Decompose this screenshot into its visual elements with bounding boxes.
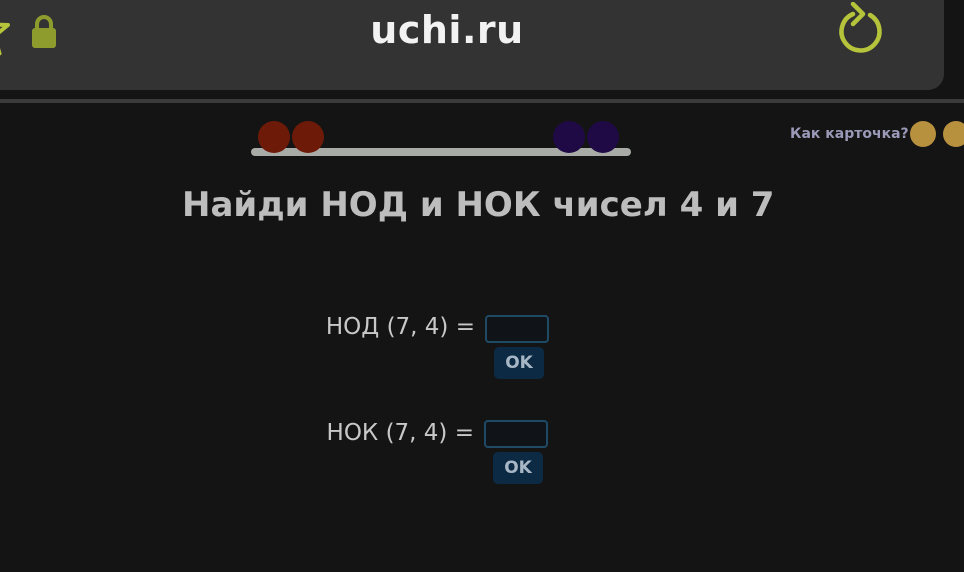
- card-rating-question: Как карточка?: [790, 126, 909, 142]
- task-title: Найди НОД и НОК чисел 4 и 7: [182, 185, 775, 225]
- gcd-answer-input[interactable]: [485, 315, 549, 343]
- divider-line: [0, 99, 964, 103]
- lcm-answer-input[interactable]: [484, 420, 548, 448]
- gcd-ok-button[interactable]: OK: [494, 347, 544, 379]
- progress-dot-1: [258, 121, 290, 153]
- lcm-ok-button[interactable]: OK: [493, 452, 543, 484]
- reload-icon[interactable]: [835, 2, 887, 58]
- gcd-label: НОД (7, 4) =: [325, 314, 475, 340]
- url-text[interactable]: uchi.ru: [0, 8, 914, 52]
- progress-dot-3: [553, 121, 585, 153]
- address-bar[interactable]: uchi.ru: [0, 0, 944, 90]
- rating-button-1[interactable]: [910, 121, 936, 147]
- progress-dot-2: [292, 121, 324, 153]
- rating-button-2[interactable]: [943, 121, 964, 147]
- progress-dot-4: [587, 121, 619, 153]
- lcm-label: НОК (7, 4) =: [326, 420, 474, 446]
